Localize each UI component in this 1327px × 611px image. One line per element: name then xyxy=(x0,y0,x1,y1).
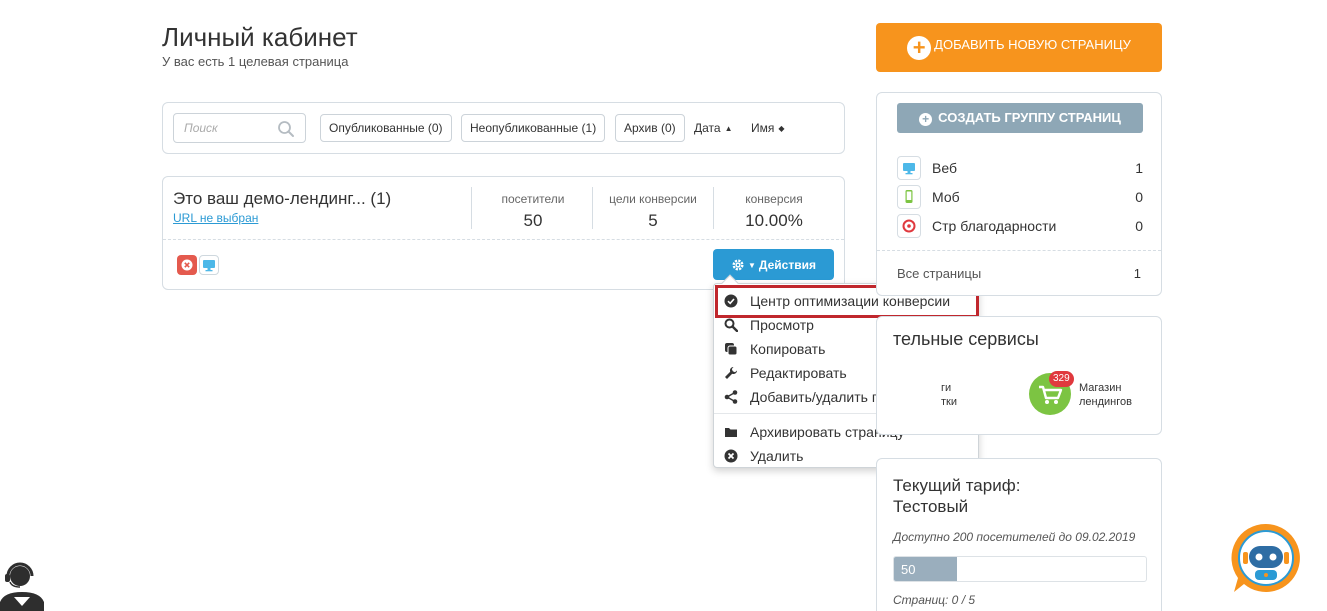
search-icon xyxy=(724,318,738,332)
card-divider xyxy=(163,239,844,240)
progress-value: 50 xyxy=(901,562,916,577)
add-new-page-button[interactable]: + ДОБАВИТЬ НОВУЮ СТРАНИЦУ xyxy=(876,23,1162,72)
check-circle-icon xyxy=(724,294,738,308)
share-icon xyxy=(724,390,738,404)
group-count: 1 xyxy=(1135,160,1143,176)
filter-archive-button[interactable]: Архив (0) xyxy=(615,114,685,142)
close-circle-icon xyxy=(181,259,193,271)
sort-icon: ◆ xyxy=(778,124,785,133)
extra-services-panel: тельные сервисы ги тки 329 Магазин ленди… xyxy=(876,316,1162,435)
page-subtitle: У вас есть 1 целевая страница xyxy=(162,54,349,69)
unpublished-badge[interactable] xyxy=(177,255,197,275)
stat-conversion: конверсия 10.00% xyxy=(714,187,834,235)
group-label: Моб xyxy=(932,189,960,205)
all-pages-count: 1 xyxy=(1133,266,1141,281)
actions-label: Действия xyxy=(758,257,816,272)
filter-unpublished-button[interactable]: Неопубликованные (1) xyxy=(461,114,606,142)
plus-circle-icon: + xyxy=(919,113,933,126)
caret-up-icon: ▲ xyxy=(724,124,733,133)
mobile-icon xyxy=(897,185,921,209)
plus-circle-icon: + xyxy=(907,35,932,60)
group-item-thanks[interactable]: Стр благодарности 0 xyxy=(897,214,1143,238)
caret-down-icon: ▼ xyxy=(748,260,756,270)
create-group-label: СОЗДАТЬ ГРУППУ СТРАНИЦ xyxy=(938,110,1121,125)
search-box xyxy=(173,113,306,143)
pages-note: Страниц: 0 / 5 xyxy=(893,593,976,607)
group-count: 0 xyxy=(1135,218,1143,234)
menu-item-label: Просмотр xyxy=(750,317,814,333)
tariff-panel: Текущий тариф: Тестовый Доступно 200 пос… xyxy=(876,458,1162,611)
thanks-icon xyxy=(897,214,921,238)
folder-icon xyxy=(725,428,737,437)
sort-date-link[interactable]: Дата ▲ xyxy=(694,121,733,135)
services-title: тельные сервисы xyxy=(893,329,1039,349)
menu-item-label: Удалить xyxy=(750,448,804,464)
menu-item-label: Редактировать xyxy=(750,365,847,381)
search-input[interactable] xyxy=(174,114,274,142)
group-count: 0 xyxy=(1135,189,1143,205)
stat-goals-value: 5 xyxy=(648,211,658,230)
stat-conversion-value: 10.00% xyxy=(745,211,803,230)
times-circle-icon xyxy=(724,449,738,463)
stat-divider xyxy=(471,187,472,229)
filter-bar: Опубликованные (0) Неопубликованные (1) … xyxy=(162,102,845,154)
group-label: Стр благодарности xyxy=(932,218,1057,234)
sort-name-label: Имя xyxy=(751,121,775,135)
group-item-web[interactable]: Веб 1 xyxy=(897,156,1143,180)
landing-card: Это ваш демо-лендинг... (1) URL не выбра… xyxy=(162,176,845,290)
tariff-title: Текущий тариф: Тестовый xyxy=(893,476,1021,516)
group-label: Веб xyxy=(932,160,957,176)
group-item-mobile[interactable]: Моб 0 xyxy=(897,185,1143,209)
copy-icon xyxy=(725,343,738,356)
search-icon[interactable] xyxy=(277,120,295,138)
page-title: Личный кабинет xyxy=(162,22,358,52)
stat-goals: цели конверсии 5 xyxy=(593,187,713,235)
filter-published-button[interactable]: Опубликованные (0) xyxy=(320,114,452,142)
all-pages-link[interactable]: Все страницы xyxy=(897,266,981,281)
store-label[interactable]: Магазин лендингов xyxy=(1079,381,1132,409)
stat-visitors: посетители 50 xyxy=(473,187,593,235)
menu-item-label: Копировать xyxy=(750,341,826,357)
visitors-progress-bar: 50 xyxy=(893,556,1147,582)
stat-goals-label: цели конверсии xyxy=(609,192,697,206)
create-group-button[interactable]: + СОЗДАТЬ ГРУППУ СТРАНИЦ xyxy=(897,103,1143,133)
stat-visitors-value: 50 xyxy=(523,211,543,230)
landing-url-link[interactable]: URL не выбран xyxy=(173,211,258,225)
groups-divider xyxy=(877,250,1161,251)
sort-date-label: Дата xyxy=(694,121,721,135)
sort-name-link[interactable]: Имя ◆ xyxy=(751,121,785,135)
stat-conversion-label: конверсия xyxy=(745,192,803,206)
web-type-badge[interactable] xyxy=(199,255,219,275)
store-count-badge: 329 xyxy=(1049,371,1074,387)
page-groups-panel: + СОЗДАТЬ ГРУППУ СТРАНИЦ Веб 1 Моб 0 Стр… xyxy=(876,92,1162,296)
service-left-label[interactable]: ги тки xyxy=(941,381,957,409)
stat-visitors-label: посетители xyxy=(501,192,565,206)
gear-icon xyxy=(732,258,744,271)
chat-bot-icon[interactable] xyxy=(1230,522,1302,594)
tariff-note: Доступно 200 посетителей до 09.02.2019 xyxy=(893,530,1136,544)
monitor-icon xyxy=(203,260,215,272)
add-page-label: ДОБАВИТЬ НОВУЮ СТРАНИЦУ xyxy=(934,36,1131,52)
landing-title[interactable]: Это ваш демо-лендинг... (1) xyxy=(173,189,391,209)
wrench-icon xyxy=(725,366,738,379)
monitor-icon xyxy=(897,156,921,180)
support-agent-icon[interactable] xyxy=(0,556,44,611)
